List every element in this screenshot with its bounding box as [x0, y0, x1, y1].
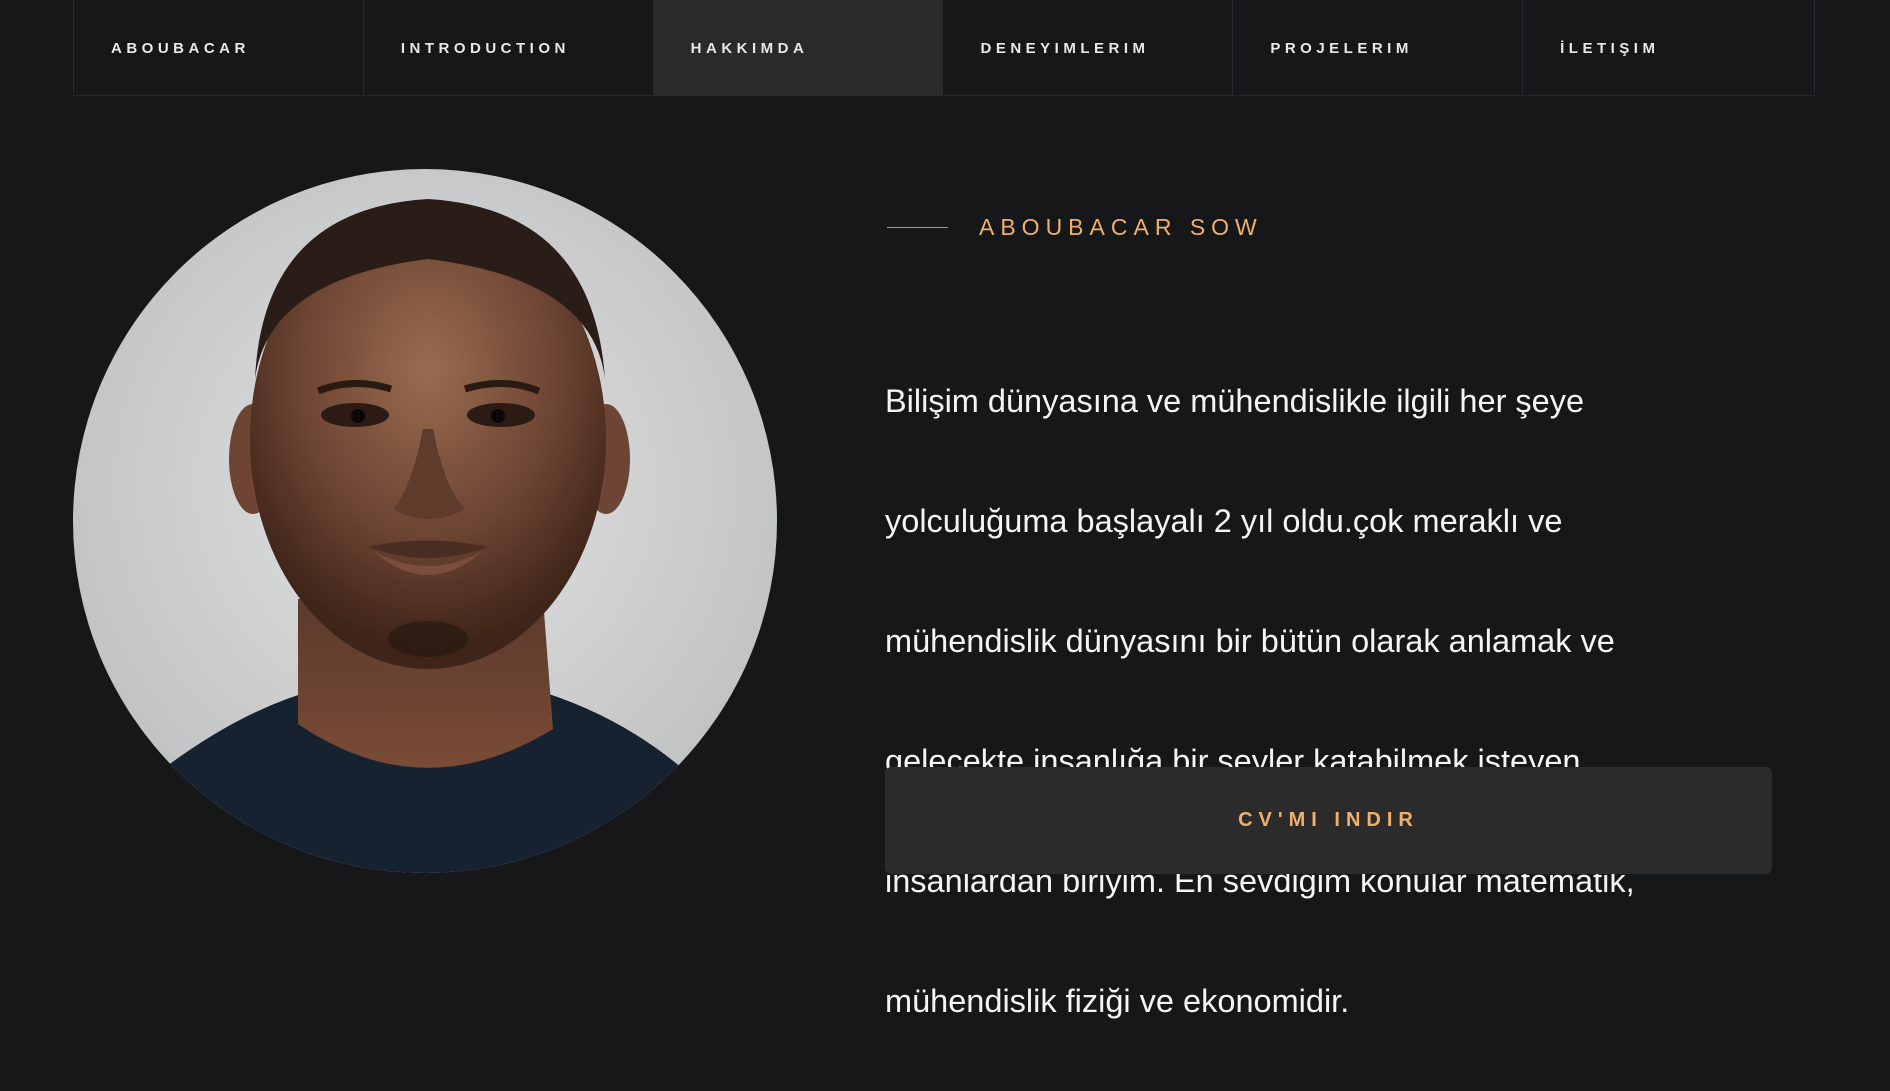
nav-item-projelerim[interactable]: PROJELERIM: [1233, 0, 1524, 96]
nav-item-deneyimlerim[interactable]: DENEYIMLERIM: [943, 0, 1234, 96]
section-eyebrow: ABOUBACAR SOW: [887, 212, 1263, 242]
bio-paragraph: Bilişim dünyasına ve mühendislikle ilgil…: [885, 311, 1815, 1091]
bio-line: yolculuğuma başlayalı 2 yıl oldu.çok mer…: [885, 503, 1563, 539]
nav-item-hakkimda[interactable]: HAKKIMDA: [653, 0, 944, 96]
nav-item-aboubacar[interactable]: ABOUBACAR: [74, 0, 364, 96]
profile-name: ABOUBACAR SOW: [979, 213, 1263, 240]
bio-line: Bilişim dünyasına ve mühendislikle ilgil…: [885, 383, 1585, 419]
download-cv-button[interactable]: CV'MI INDIR: [885, 767, 1772, 874]
nav-item-introduction[interactable]: INTRODUCTION: [364, 0, 654, 96]
bio-line: mühendislik fiziği ve ekonomidir.: [885, 983, 1350, 1019]
profile-photo: [73, 169, 777, 873]
top-navigation: ABOUBACAR INTRODUCTION HAKKIMDA DENEYIML…: [73, 0, 1815, 96]
eyebrow-divider: [887, 226, 948, 228]
bio-line: mühendislik dünyasını bir bütün olarak a…: [885, 623, 1615, 659]
nav-item-iletisim[interactable]: İLETIŞIM: [1523, 0, 1815, 96]
portrait-photo-icon: [73, 169, 777, 873]
